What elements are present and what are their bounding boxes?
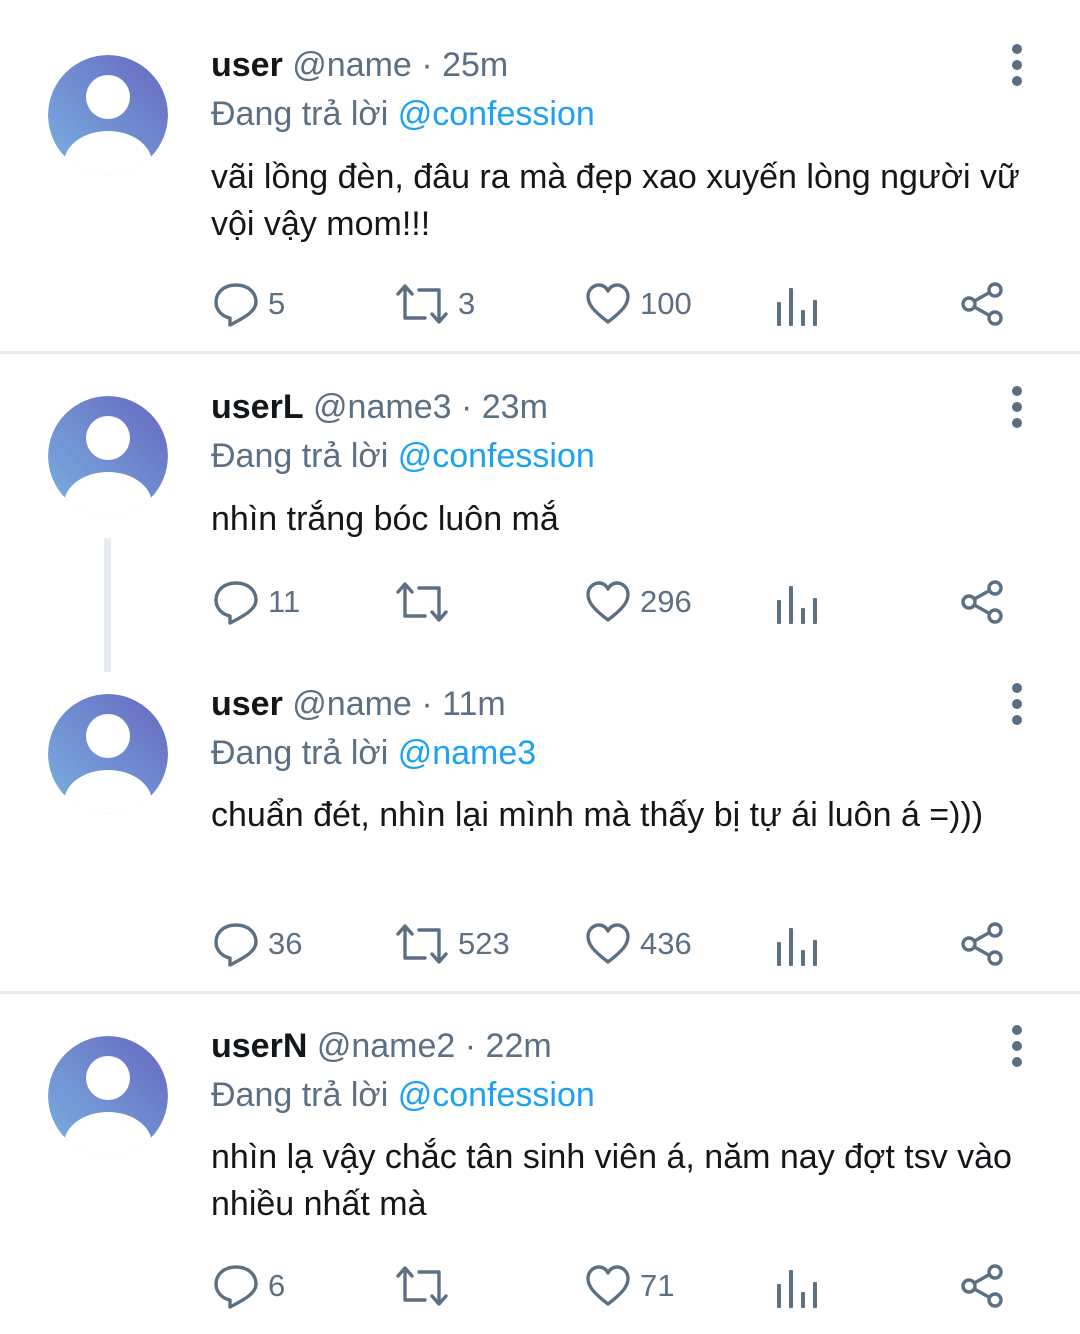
user-handle[interactable]: @name2 (317, 1027, 455, 1065)
user-handle[interactable]: @name3 (313, 388, 451, 426)
retweet-icon (394, 280, 450, 328)
like-button[interactable]: 100 (584, 280, 692, 328)
more-options-icon[interactable] (1004, 383, 1030, 431)
user-handle[interactable]: @name (292, 685, 412, 723)
share-icon (958, 578, 1006, 626)
tweet-time: · 25m (421, 46, 509, 84)
more-options-icon[interactable] (1004, 41, 1030, 89)
retweet-count: 3 (458, 286, 476, 321)
retweet-icon (394, 1262, 450, 1310)
share-button[interactable] (958, 920, 1006, 968)
tweet-time: · 11m (421, 685, 506, 723)
analytics-icon (772, 922, 820, 970)
retweet-icon (394, 578, 450, 626)
tweet[interactable]: user @name · 11m Đang trả lời @name3 chu… (0, 674, 1080, 992)
retweet-button[interactable]: 3 (394, 280, 475, 328)
replying-to: Đang trả lời @confession (211, 94, 595, 134)
tweet-time: · 23m (460, 388, 548, 426)
like-button[interactable]: 296 (584, 578, 692, 626)
replying-prefix: Đang trả lời (211, 95, 389, 133)
share-button[interactable] (958, 578, 1006, 626)
retweet-count: 523 (458, 926, 510, 961)
retweet-button[interactable] (394, 1262, 458, 1310)
heart-icon (584, 280, 632, 328)
analytics-button[interactable] (772, 1264, 820, 1312)
more-options-icon[interactable] (1004, 1022, 1030, 1070)
reply-mention-link[interactable]: @name3 (398, 734, 536, 772)
analytics-button[interactable] (772, 922, 820, 970)
retweet-icon (394, 920, 450, 968)
reply-icon (212, 280, 260, 328)
replying-to: Đang trả lời @name3 (211, 733, 536, 773)
like-count: 436 (640, 926, 692, 961)
heart-icon (584, 1262, 632, 1310)
tweet[interactable]: userN @name2 · 22m Đang trả lời @confess… (0, 994, 1080, 1334)
user-name[interactable]: userL (211, 388, 304, 426)
reply-mention-link[interactable]: @confession (398, 437, 595, 475)
like-count: 296 (640, 584, 692, 619)
reply-icon (212, 920, 260, 968)
reply-button[interactable]: 11 (212, 578, 300, 626)
retweet-button[interactable]: 523 (394, 920, 510, 968)
share-button[interactable] (958, 1262, 1006, 1310)
user-name[interactable]: userN (211, 1027, 307, 1065)
reply-icon (212, 578, 260, 626)
share-button[interactable] (958, 280, 1006, 328)
retweet-button[interactable] (394, 578, 458, 626)
heart-icon (584, 920, 632, 968)
reply-mention-link[interactable]: @confession (398, 95, 595, 133)
replying-to: Đang trả lời @confession (211, 436, 595, 476)
tweet-header: user @name · 25m (211, 45, 508, 85)
tweet-header: userN @name2 · 22m (211, 1026, 552, 1066)
like-count: 71 (640, 1268, 675, 1303)
reply-button[interactable]: 5 (212, 280, 285, 328)
tweet-text: vãi lồng đèn, đâu ra mà đẹp xao xuyến lò… (211, 158, 1020, 243)
like-button[interactable]: 71 (584, 1262, 674, 1310)
reply-mention-link[interactable]: @confession (398, 1076, 595, 1114)
reply-button[interactable]: 36 (212, 920, 302, 968)
like-count: 100 (640, 286, 692, 321)
tweet-text: chuẩn đét, nhìn lại mình mà thấy bị tự á… (211, 796, 984, 834)
like-button[interactable]: 436 (584, 920, 692, 968)
avatar-icon[interactable] (48, 396, 168, 516)
analytics-button[interactable] (772, 282, 820, 330)
analytics-icon (772, 282, 820, 330)
user-handle[interactable]: @name (292, 46, 412, 84)
more-options-icon[interactable] (1004, 680, 1030, 728)
analytics-icon (772, 1264, 820, 1312)
reply-icon (212, 1262, 260, 1310)
tweet-header: userL @name3 · 23m (211, 387, 548, 427)
analytics-icon (772, 580, 820, 628)
tweet[interactable]: user @name · 25m Đang trả lời @confessio… (0, 0, 1080, 352)
reply-button[interactable]: 6 (212, 1262, 285, 1310)
reply-count: 6 (268, 1268, 286, 1303)
avatar-icon[interactable] (48, 694, 168, 814)
tweet-header: user @name · 11m (211, 684, 506, 724)
tweet-text: nhìn lạ vậy chắc tân sinh viên á, năm na… (211, 1138, 1012, 1223)
share-icon (958, 920, 1006, 968)
replying-prefix: Đang trả lời (211, 734, 389, 772)
reply-count: 5 (268, 286, 286, 321)
share-icon (958, 1262, 1006, 1310)
tweet-text: nhìn trắng bóc luôn mắ (211, 500, 559, 538)
reply-count: 11 (268, 584, 301, 619)
replying-prefix: Đang trả lời (211, 1076, 389, 1114)
tweet[interactable]: userL @name3 · 23m Đang trả lời @confess… (0, 354, 1080, 674)
avatar-icon[interactable] (48, 55, 168, 175)
tweet-time: · 22m (464, 1027, 552, 1065)
user-name[interactable]: user (211, 685, 283, 723)
share-icon (958, 280, 1006, 328)
user-name[interactable]: user (211, 46, 283, 84)
reply-count: 36 (268, 926, 303, 961)
analytics-button[interactable] (772, 580, 820, 628)
heart-icon (584, 578, 632, 626)
replying-prefix: Đang trả lời (211, 437, 389, 475)
replying-to: Đang trả lời @confession (211, 1075, 595, 1115)
avatar-icon[interactable] (48, 1036, 168, 1156)
